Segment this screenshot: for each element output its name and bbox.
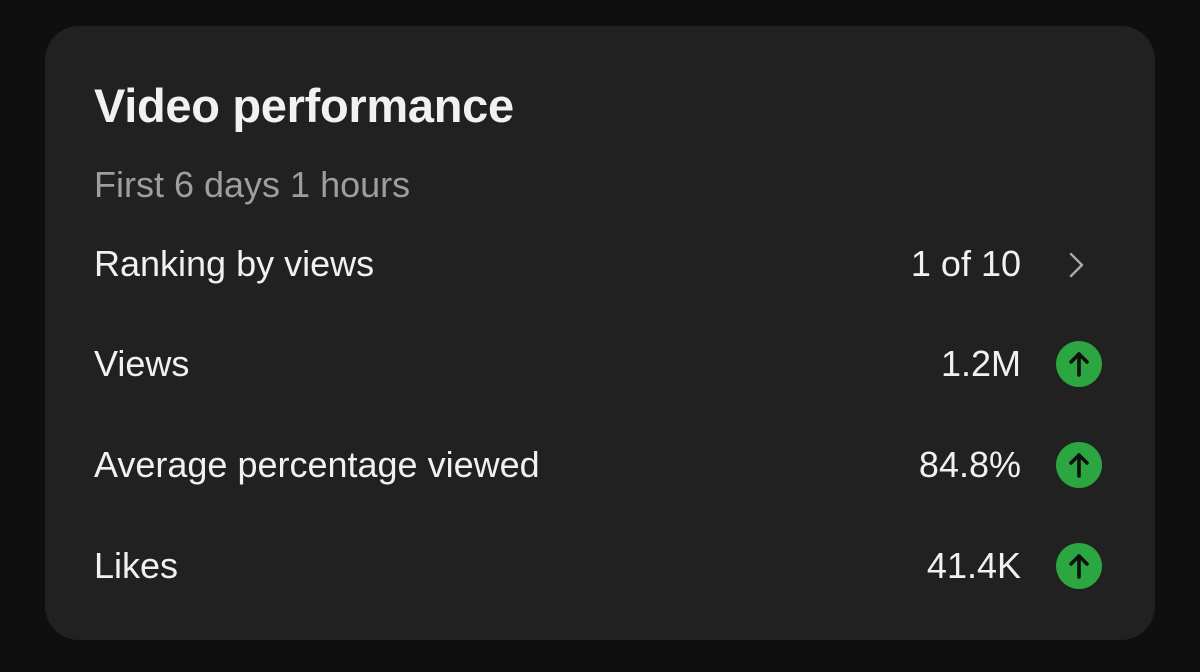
average-percentage-viewed-row: Average percentage viewed 84.8% [45,425,1155,505]
likes-row: Likes 41.4K [45,526,1155,606]
average-percentage-viewed-value: 84.8% [918,444,1021,485]
views-label: Views [94,343,190,384]
trend-up-icon [1056,341,1102,387]
video-performance-card: Video performance First 6 days 1 hours R… [45,26,1155,640]
likes-label: Likes [94,545,179,586]
views-value: 1.2M [940,343,1021,384]
ranking-by-views-value: 1 of 10 [910,243,1021,284]
likes-value: 41.4K [926,545,1021,586]
trend-up-icon [1056,442,1102,488]
card-subtitle: First 6 days 1 hours [94,164,411,205]
card-title: Video performance [94,79,514,132]
average-percentage-viewed-label: Average percentage viewed [94,444,540,485]
ranking-by-views-row[interactable]: Ranking by views 1 of 10 [45,224,1155,304]
chevron-right-icon[interactable] [1059,248,1093,282]
ranking-by-views-label: Ranking by views [94,243,375,284]
trend-up-icon [1056,543,1102,589]
views-row: Views 1.2M [45,324,1155,404]
